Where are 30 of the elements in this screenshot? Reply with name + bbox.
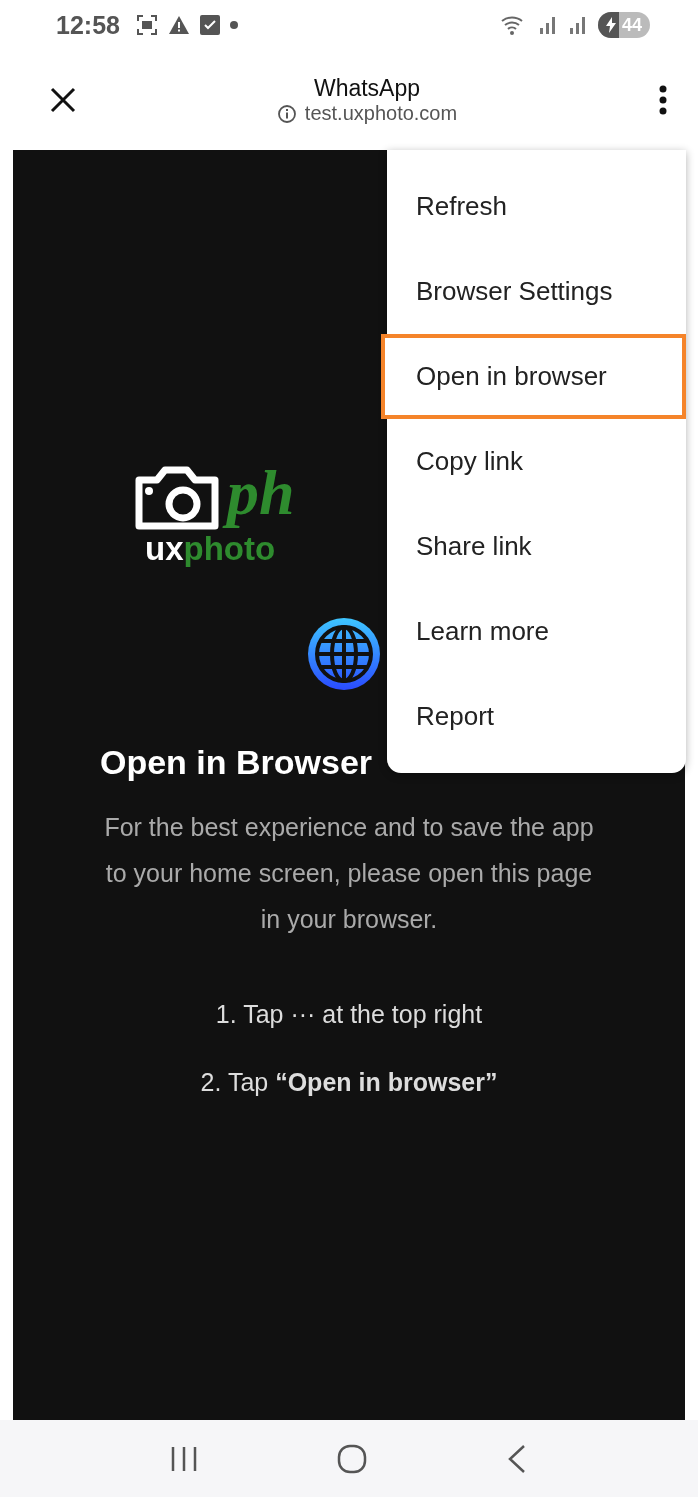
menu-item[interactable]: Browser Settings bbox=[387, 249, 686, 334]
more-icon[interactable] bbox=[658, 85, 668, 115]
menu-item[interactable]: Report bbox=[387, 674, 686, 759]
menu-item[interactable]: Open in browser bbox=[381, 334, 686, 419]
page-url: test.uxphoto.com bbox=[304, 102, 458, 125]
signal-icon bbox=[537, 14, 558, 36]
menu-item[interactable]: Share link bbox=[387, 504, 686, 589]
logo-wordmark: ux bbox=[145, 531, 184, 565]
signal-icon bbox=[567, 14, 588, 36]
close-icon[interactable] bbox=[50, 87, 76, 113]
logo-wordmark: ph bbox=[221, 455, 307, 532]
status-time: 12:58 bbox=[56, 10, 120, 40]
recent-apps-icon[interactable] bbox=[169, 1445, 198, 1472]
checkbox-icon bbox=[199, 15, 220, 35]
page-heading: Open in Browser bbox=[100, 742, 373, 782]
info-icon[interactable] bbox=[276, 103, 297, 124]
logo-wordmark: photo bbox=[183, 531, 276, 565]
instructions-text: For the best experience and to save the app to your home screen, please open this page in your browser. bbox=[103, 811, 595, 935]
menu-item[interactable]: Learn more bbox=[387, 589, 686, 674]
warning-icon bbox=[167, 15, 190, 35]
menu-item[interactable]: Copy link bbox=[387, 419, 686, 504]
page-title: WhatsApp bbox=[313, 75, 421, 102]
camera-icon bbox=[133, 465, 221, 532]
battery-indicator: 44 bbox=[597, 12, 650, 38]
menu-item[interactable]: Refresh bbox=[387, 164, 686, 249]
home-icon[interactable] bbox=[337, 1443, 367, 1474]
step-text: 1. Tap ··· at the top right bbox=[214, 998, 484, 1030]
dot-icon bbox=[229, 21, 238, 29]
step-text: 2. Tap “Open in browser” bbox=[200, 1066, 498, 1098]
screenshot-icon bbox=[135, 14, 158, 36]
